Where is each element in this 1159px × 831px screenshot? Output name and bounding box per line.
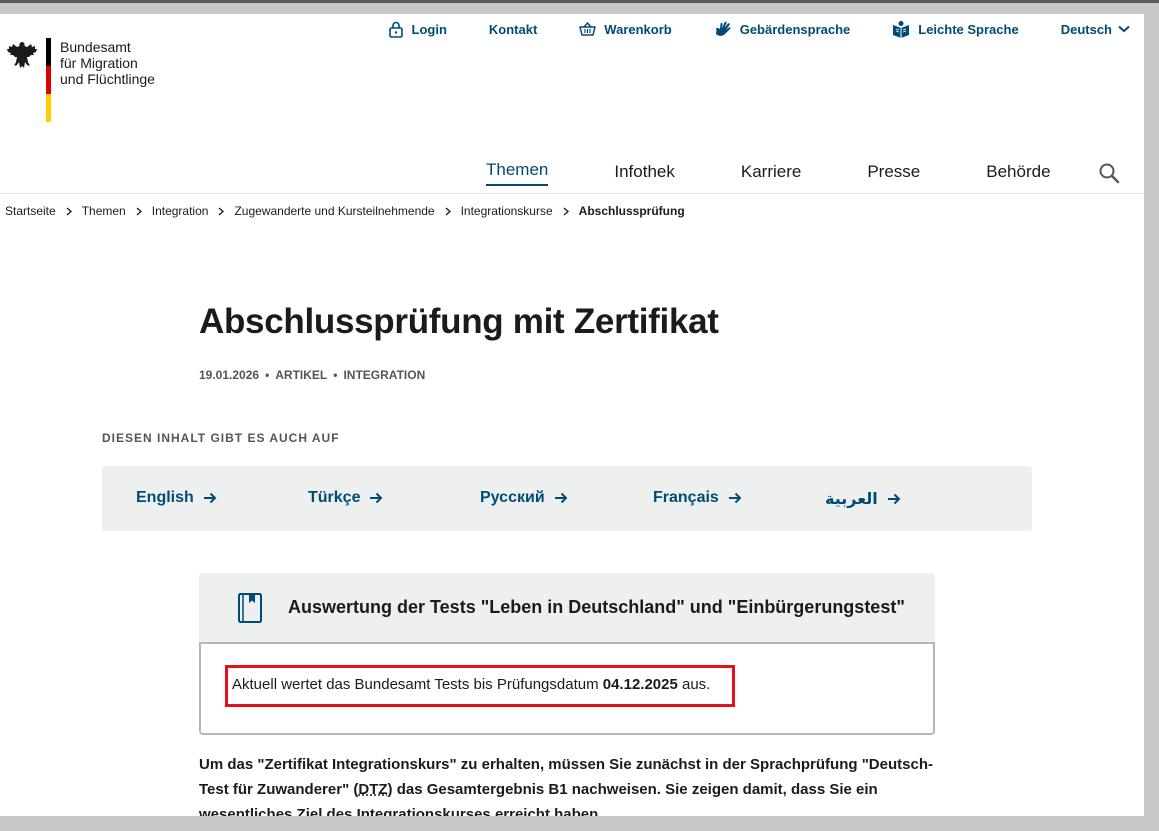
lock-icon	[388, 21, 403, 38]
basket-icon	[579, 21, 597, 36]
breadcrumb-themen[interactable]: Themen	[82, 204, 126, 218]
page: Bundesamt für Migration und Flüchtlinge …	[0, 14, 1144, 816]
language-link-label: English	[136, 489, 194, 506]
warenkorb-label: Warenkorb	[604, 21, 672, 37]
chevron-right-icon	[66, 207, 72, 216]
infobox-text-after: aus.	[682, 676, 711, 693]
kontakt-label: Kontakt	[488, 21, 538, 37]
nav-divider	[0, 193, 1144, 194]
nav-item-karriere[interactable]: Karriere	[741, 162, 801, 186]
logo-line-3: und Flüchtlinge	[60, 71, 155, 87]
window-top-strip	[0, 0, 1159, 3]
infobox-header: Auswertung der Tests "Leben in Deutschla…	[199, 573, 935, 643]
meta-separator: •	[333, 368, 338, 382]
breadcrumb-current: Abschlussprüfung	[578, 204, 685, 218]
bamf-logo[interactable]: Bundesamt für Migration und Flüchtlinge	[6, 38, 166, 128]
meta-separator: •	[265, 368, 270, 382]
gebaerdensprache-label: Gebärdensprache	[739, 21, 851, 37]
language-versions-box: English Türkçe Русский Français العربية	[102, 466, 1032, 531]
language-selector-label: Deutsch	[1060, 21, 1112, 37]
chevron-right-icon	[136, 207, 142, 216]
language-link-arabic[interactable]: العربية	[825, 489, 901, 509]
breadcrumb: Startseite Themen Integration Zugewander…	[5, 204, 685, 218]
language-link-turkish[interactable]: Türkçe	[308, 489, 383, 507]
arrow-right-icon	[554, 492, 568, 504]
login-label: Login	[411, 21, 447, 37]
meta-navigation: Login Kontakt Warenkorb Gebärdensprache …	[388, 18, 1130, 40]
language-link-label: العربية	[825, 491, 878, 508]
article-type: ARTIKEL	[275, 368, 328, 382]
chevron-down-icon	[1118, 25, 1130, 33]
infobox-text: Aktuell wertet das Bundesamt Tests bis P…	[232, 676, 710, 693]
sign-language-icon	[715, 21, 731, 36]
arrow-right-icon	[887, 493, 901, 505]
dtz-abbreviation[interactable]: DTZ	[358, 781, 387, 798]
breadcrumb-integrationskurse[interactable]: Integrationskurse	[461, 204, 553, 218]
evaluation-date: 04.12.2025	[602, 676, 678, 693]
leichte-sprache-link[interactable]: Leichte Sprache	[892, 20, 1019, 38]
book-icon	[238, 593, 262, 623]
language-link-label: Türkçe	[308, 489, 361, 506]
nav-item-presse[interactable]: Presse	[867, 162, 920, 186]
german-flag-bar	[46, 38, 51, 122]
language-link-russian[interactable]: Русский	[480, 489, 568, 507]
language-link-label: Русский	[480, 489, 545, 506]
article-date: 19.01.2026	[199, 368, 260, 382]
intro-paragraph: Um das "Zertifikat Integrationskurs" zu …	[199, 752, 939, 816]
language-link-english[interactable]: English	[136, 489, 217, 507]
arrow-right-icon	[203, 492, 217, 504]
breadcrumb-startseite[interactable]: Startseite	[5, 204, 56, 218]
warenkorb-link[interactable]: Warenkorb	[579, 21, 672, 37]
infobox-text-before: Aktuell wertet das Bundesamt Tests bis P…	[232, 676, 599, 693]
leichte-sprache-label: Leichte Sprache	[918, 21, 1019, 37]
logo-line-1: Bundesamt	[60, 39, 131, 55]
logo-line-2: für Migration	[60, 55, 138, 71]
language-link-french[interactable]: Français	[653, 489, 742, 507]
nav-item-behoerde[interactable]: Behörde	[986, 162, 1050, 186]
chevron-right-icon	[445, 207, 451, 216]
breadcrumb-zugewanderte[interactable]: Zugewanderte und Kursteilnehmende	[234, 204, 434, 218]
kontakt-link[interactable]: Kontakt	[489, 22, 537, 37]
login-link[interactable]: Login	[388, 21, 447, 38]
easy-language-book-icon	[893, 21, 910, 38]
search-icon[interactable]	[1098, 162, 1120, 184]
language-selector[interactable]: Deutsch	[1061, 22, 1130, 37]
page-title: Abschlussprüfung mit Zertifikat	[199, 302, 719, 341]
gebaerdensprache-link[interactable]: Gebärdensprache	[714, 20, 851, 38]
logo-text: Bundesamt für Migration und Flüchtlinge	[60, 39, 155, 87]
federal-eagle-icon	[7, 42, 37, 68]
article-category: INTEGRATION	[343, 368, 426, 382]
chevron-right-icon	[563, 207, 569, 216]
language-link-label: Français	[653, 489, 719, 506]
nav-item-infothek[interactable]: Infothek	[614, 162, 675, 186]
breadcrumb-integration[interactable]: Integration	[152, 204, 209, 218]
arrow-right-icon	[728, 492, 742, 504]
main-navigation: Themen Infothek Karriere Presse Behörde	[486, 160, 1117, 186]
arrow-right-icon	[370, 492, 383, 504]
language-versions-heading: DIESEN INHALT GIBT ES AUCH AUF	[102, 431, 340, 445]
article-meta: 19.01.2026 • ARTIKEL • INTEGRATION	[199, 368, 425, 382]
infobox-title: Auswertung der Tests "Leben in Deutschla…	[288, 597, 905, 617]
nav-item-themen[interactable]: Themen	[486, 160, 549, 186]
chevron-right-icon	[218, 207, 225, 216]
